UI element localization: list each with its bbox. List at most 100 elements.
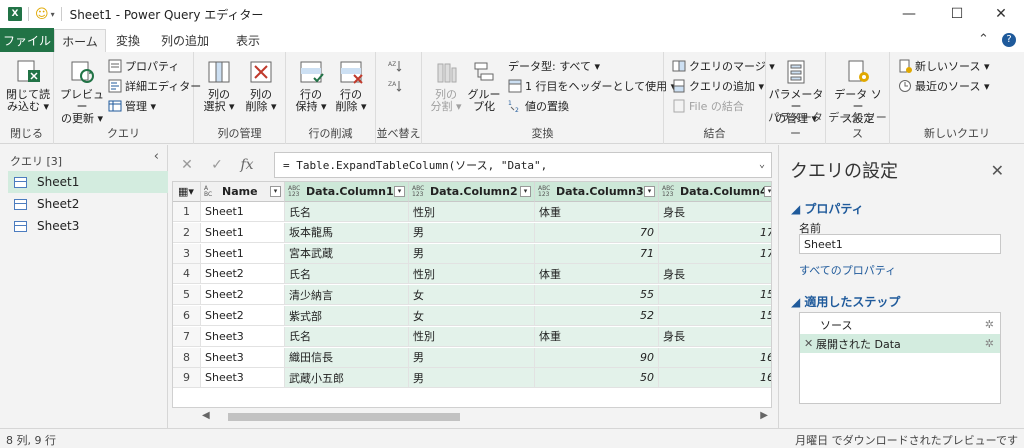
table-cell[interactable]: 織田信長 <box>285 347 409 368</box>
table-cell[interactable]: 武蔵小五郎 <box>285 368 409 389</box>
table-cell[interactable]: 身長 <box>659 202 771 222</box>
scroll-left-icon[interactable]: ◀ <box>202 410 210 421</box>
table-cell[interactable]: Sheet2 <box>201 264 285 285</box>
table-menu-icon[interactable]: ▦▾ <box>173 182 201 202</box>
column-type-icon[interactable]: ABC 123 <box>538 185 552 198</box>
sort-descending-button[interactable]: ZA <box>388 78 405 94</box>
tab-add-column[interactable]: 列の追加 <box>152 29 218 52</box>
column-header[interactable]: ABC 123 Data.Column2 ▾ <box>409 182 535 202</box>
table-cell[interactable]: 15 <box>659 306 771 326</box>
filter-dropdown-icon[interactable]: ▾ <box>644 186 655 197</box>
close-window-button[interactable]: ✕ <box>978 0 1024 28</box>
keep-rows-button[interactable]: 行の 保持 ▾ <box>292 58 330 113</box>
filter-dropdown-icon[interactable]: ▾ <box>764 186 771 197</box>
table-cell[interactable]: 紫式部 <box>285 306 409 326</box>
table-cell[interactable]: 清少納言 <box>285 285 409 306</box>
properties-button[interactable]: プロパティ <box>108 58 179 74</box>
scroll-right-icon[interactable]: ▶ <box>760 410 768 421</box>
column-type-icon[interactable]: ABC 123 <box>288 185 302 198</box>
all-properties-link[interactable]: すべてのプロパティ <box>799 262 896 278</box>
split-column-button[interactable]: 列の 分割 ▾ <box>428 58 464 113</box>
column-type-icon[interactable]: ABC 123 <box>412 185 426 198</box>
table-cell[interactable]: 女 <box>409 285 535 306</box>
column-type-icon[interactable]: A BC <box>204 185 218 198</box>
new-source-button[interactable]: 新しいソース ▾ <box>898 58 989 74</box>
properties-section-header[interactable]: ◢ プロパティ <box>791 200 864 217</box>
table-cell[interactable]: 52 <box>535 306 659 326</box>
table-cell[interactable]: 体重 <box>535 202 659 222</box>
table-cell[interactable]: 性別 <box>409 326 535 347</box>
table-cell[interactable]: Sheet3 <box>201 326 285 347</box>
advanced-editor-button[interactable]: 詳細エディター <box>108 78 201 94</box>
manage-button[interactable]: 管理 ▾ <box>108 98 156 114</box>
gear-icon[interactable]: ✲ <box>985 337 994 350</box>
table-cell[interactable]: 男 <box>409 368 535 389</box>
table-cell[interactable]: 宮本武蔵 <box>285 243 409 264</box>
table-cell[interactable]: Sheet2 <box>201 285 285 306</box>
column-header[interactable]: A BC Name ▾ <box>201 182 285 202</box>
table-cell[interactable]: Sheet1 <box>201 243 285 264</box>
table-cell[interactable]: 16 <box>659 347 771 368</box>
close-and-load-button[interactable]: 閉じて読 み込む ▾ <box>6 58 50 113</box>
horizontal-scrollbar[interactable]: ◀ ▶ <box>198 410 772 424</box>
query-item-sheet3[interactable]: Sheet3 <box>8 215 168 237</box>
tab-home[interactable]: ホーム <box>54 29 106 52</box>
refresh-preview-button[interactable]: プレビュー の更新 ▾ <box>58 58 106 125</box>
column-header[interactable]: ABC 123 Data.Column1 ▾ <box>285 182 409 202</box>
table-cell[interactable]: Sheet2 <box>201 306 285 326</box>
gear-icon[interactable]: ✲ <box>985 318 994 331</box>
query-item-sheet1[interactable]: Sheet1 <box>8 171 168 193</box>
maximize-button[interactable]: ☐ <box>934 0 980 28</box>
table-cell[interactable]: Sheet1 <box>201 222 285 243</box>
chevron-down-icon[interactable]: ⌄ <box>759 159 765 170</box>
collapse-ribbon-icon[interactable]: ⌃ <box>978 32 989 47</box>
filter-dropdown-icon[interactable]: ▾ <box>394 186 405 197</box>
merge-queries-button[interactable]: クエリのマージ ▾ <box>672 58 775 74</box>
table-cell[interactable]: 男 <box>409 222 535 243</box>
table-cell[interactable]: 70 <box>535 222 659 243</box>
table-cell[interactable]: 女 <box>409 306 535 326</box>
help-icon[interactable]: ? <box>1002 33 1016 47</box>
combine-files-button[interactable]: File の結合 <box>672 98 744 114</box>
table-cell[interactable]: Sheet1 <box>201 202 285 222</box>
table-cell[interactable]: 50 <box>535 368 659 389</box>
table-cell[interactable]: 身長 <box>659 326 771 347</box>
table-cell[interactable]: 15 <box>659 285 771 306</box>
table-cell[interactable]: 体重 <box>535 326 659 347</box>
cancel-formula-button[interactable]: ✕ <box>172 157 202 173</box>
column-header[interactable]: ABC 123 Data.Column3 ▾ <box>535 182 659 202</box>
table-cell[interactable]: 性別 <box>409 264 535 285</box>
tab-view[interactable]: 表示 <box>226 29 270 52</box>
table-cell[interactable]: 55 <box>535 285 659 306</box>
table-cell[interactable]: Sheet3 <box>201 347 285 368</box>
query-name-input[interactable]: Sheet1 <box>799 234 1001 254</box>
step-expanded-data[interactable]: ✕ 展開された Data ✲ <box>800 334 1000 353</box>
table-cell[interactable]: 71 <box>535 243 659 264</box>
formula-input[interactable]: = Table.ExpandTableColumn(ソース, "Data", ⌄ <box>274 152 772 178</box>
tab-transform[interactable]: 変換 <box>108 29 148 52</box>
recent-sources-button[interactable]: 最近のソース ▾ <box>898 78 989 94</box>
data-type-dropdown[interactable]: データ型: すべて ▾ <box>508 58 600 74</box>
confirm-formula-button[interactable]: ✓ <box>202 157 232 173</box>
use-first-row-headers-button[interactable]: 1 行目をヘッダーとして使用 ▾ <box>508 78 676 94</box>
table-cell[interactable]: 氏名 <box>285 264 409 285</box>
table-cell[interactable]: 16 <box>659 368 771 389</box>
table-cell[interactable]: 17 <box>659 243 771 264</box>
filter-dropdown-icon[interactable]: ▾ <box>520 186 531 197</box>
chevron-down-icon[interactable]: ▾ <box>51 10 55 19</box>
replace-values-button[interactable]: 12 値の置換 <box>508 98 569 114</box>
table-cell[interactable]: 体重 <box>535 264 659 285</box>
query-item-sheet2[interactable]: Sheet2 <box>8 193 168 215</box>
group-by-button[interactable]: グルー プ化 <box>466 58 502 113</box>
sort-ascending-button[interactable]: AZ <box>388 58 405 74</box>
table-cell[interactable]: 男 <box>409 243 535 264</box>
minimize-button[interactable]: — <box>886 0 932 28</box>
remove-columns-button[interactable]: 列の 削除 ▾ <box>242 58 280 113</box>
smiley-feedback-icon[interactable]: ☺ <box>35 7 49 22</box>
table-cell[interactable]: 90 <box>535 347 659 368</box>
column-type-icon[interactable]: ABC 123 <box>662 185 676 198</box>
tab-file[interactable]: ファイル <box>0 28 54 52</box>
table-cell[interactable]: 17 <box>659 222 771 243</box>
delete-step-icon[interactable]: ✕ <box>800 337 816 350</box>
remove-rows-button[interactable]: 行の 削除 ▾ <box>332 58 370 113</box>
